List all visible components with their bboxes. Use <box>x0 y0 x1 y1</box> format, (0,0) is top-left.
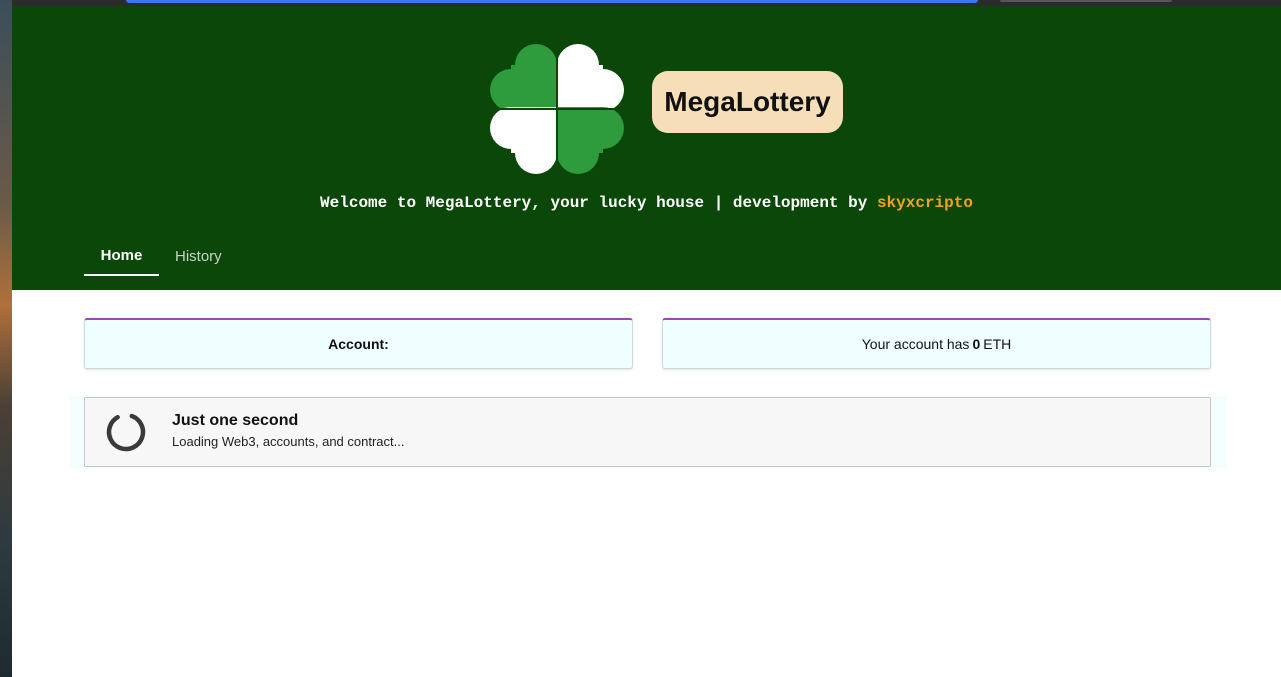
tab-home[interactable]: Home <box>84 236 159 276</box>
welcome-text: Welcome to MegaLottery, your lucky house… <box>320 194 877 212</box>
balance-unit: ETH <box>983 336 1012 352</box>
browser-toolbar-control[interactable] <box>1000 0 1172 2</box>
account-card: Account: <box>84 318 633 369</box>
main-nav: Home History <box>84 236 238 276</box>
balance-amount: 0 <box>972 336 981 352</box>
balance-card: Your account has 0 ETH <box>662 318 1211 369</box>
desktop-background <box>0 0 12 677</box>
developer-name: skyxcripto <box>876 194 973 212</box>
four-leaf-clover-icon <box>490 44 624 174</box>
browser-address-bar[interactable] <box>126 0 978 3</box>
site-header: MegaLottery Welcome to MegaLottery, your… <box>12 6 1281 290</box>
loading-spinner-icon <box>106 412 146 452</box>
welcome-message: Welcome to MegaLottery, your lucky house… <box>12 194 1281 212</box>
loading-message: Just one second Loading Web3, accounts, … <box>84 397 1211 467</box>
app-title: MegaLottery <box>652 71 843 133</box>
tab-history[interactable]: History <box>159 236 238 276</box>
account-label: Account: <box>328 336 389 352</box>
loading-title: Just one second <box>172 412 299 429</box>
loading-subtitle: Loading Web3, accounts, and contract... <box>172 434 405 449</box>
balance-prefix: Your account has <box>861 336 970 352</box>
page: MegaLottery Welcome to MegaLottery, your… <box>12 6 1281 677</box>
